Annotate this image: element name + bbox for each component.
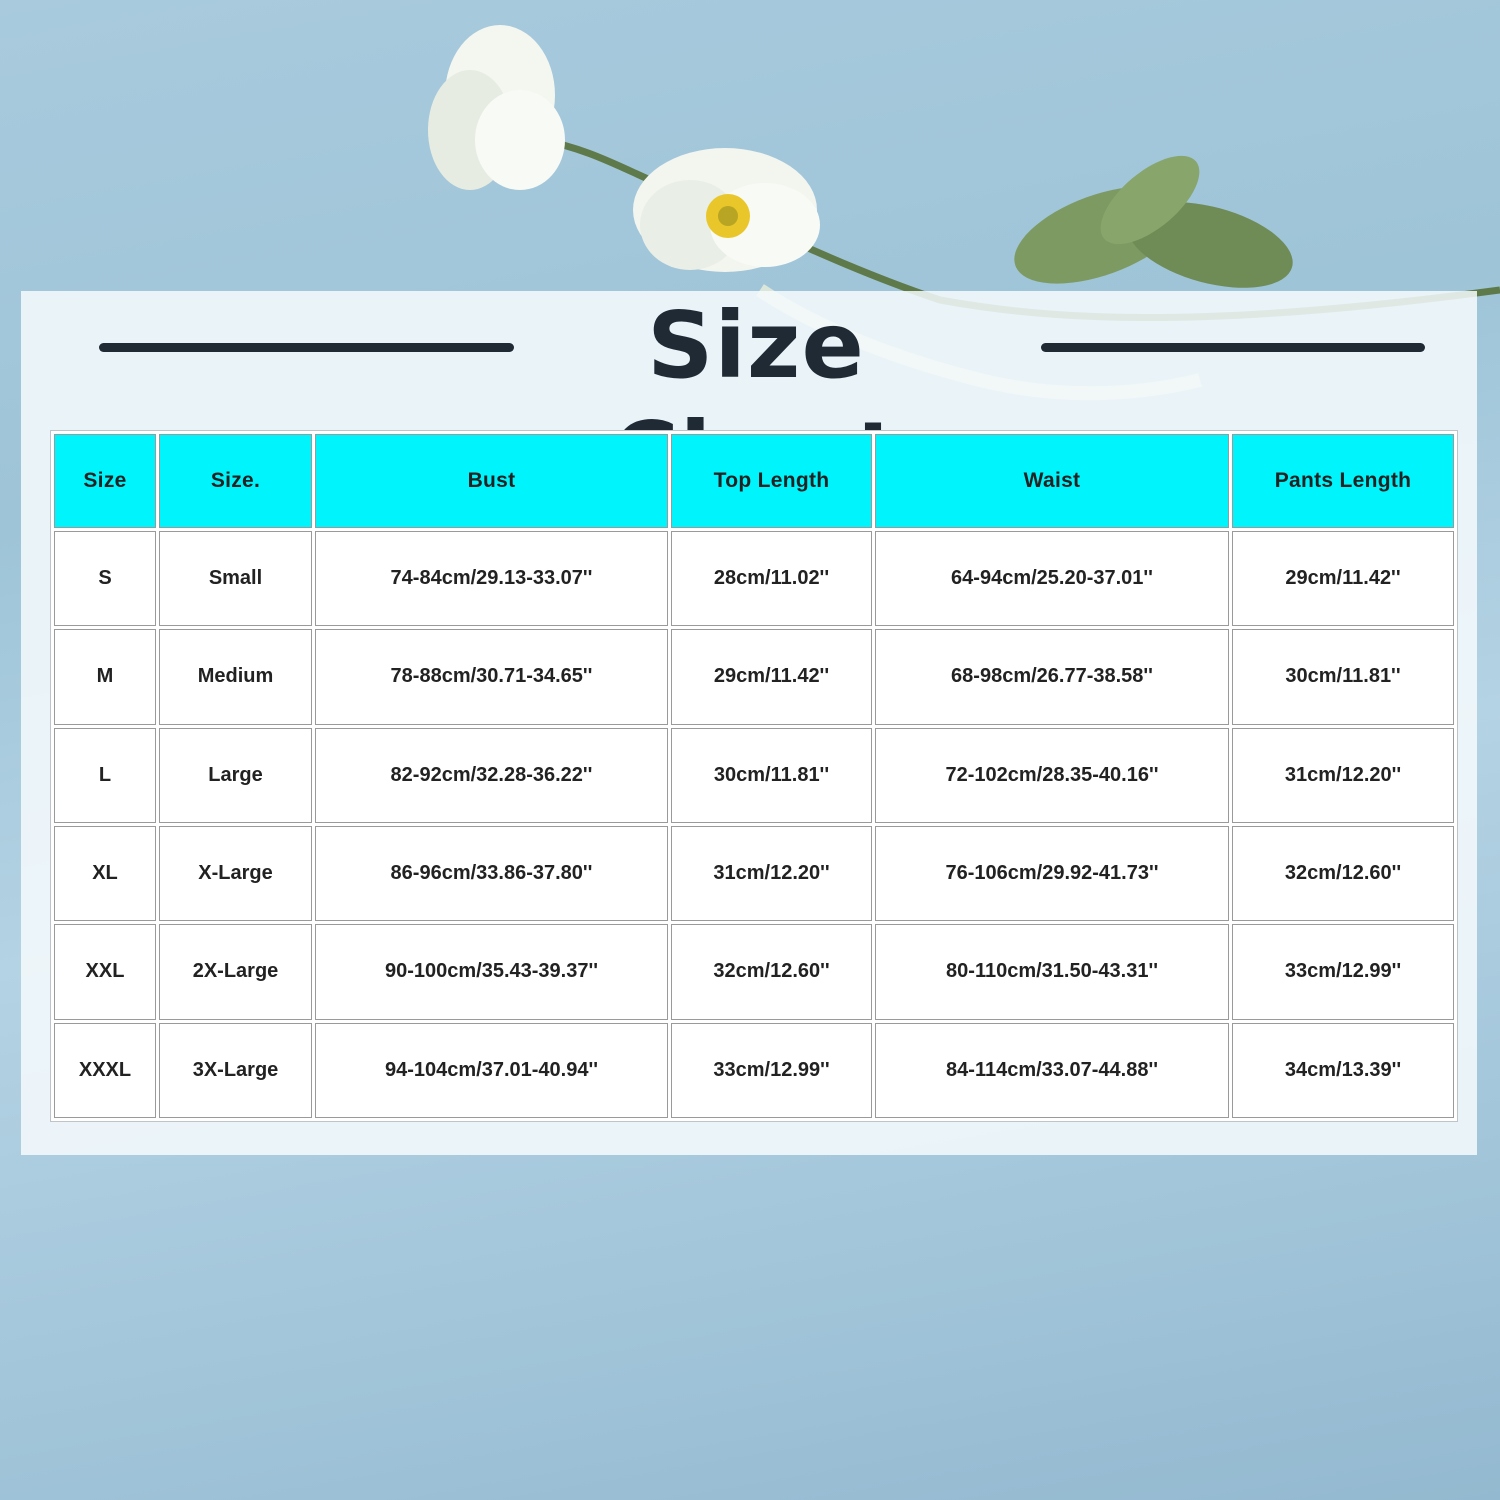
cell-size: XL <box>54 825 156 922</box>
cell-size: XXL <box>54 924 156 1020</box>
cell-size-name: X-Large <box>159 825 312 922</box>
cell-waist: 76-106cm/29.92-41.73'' <box>875 825 1229 922</box>
cell-bust: 82-92cm/32.28-36.22'' <box>315 727 668 823</box>
cell-pants-length: 30cm/11.81'' <box>1232 629 1454 725</box>
cell-size: M <box>54 629 156 725</box>
size-table: Size Size. Bust Top Length Waist Pants L… <box>50 430 1458 1122</box>
header-waist: Waist <box>875 434 1229 528</box>
cell-bust: 90-100cm/35.43-39.37'' <box>315 924 668 1020</box>
title-rule-right <box>1041 343 1425 352</box>
table-row: L Large 82-92cm/32.28-36.22'' 30cm/11.81… <box>54 727 1454 823</box>
cell-pants-length: 31cm/12.20'' <box>1232 727 1454 823</box>
cell-waist: 72-102cm/28.35-40.16'' <box>875 727 1229 823</box>
cell-size-name: 3X-Large <box>159 1022 312 1118</box>
cell-bust: 86-96cm/33.86-37.80'' <box>315 825 668 922</box>
table-row: XXL 2X-Large 90-100cm/35.43-39.37'' 32cm… <box>54 924 1454 1020</box>
white-poppy-flower-2 <box>633 148 820 272</box>
white-poppy-flower-1 <box>428 25 565 190</box>
header-top-length: Top Length <box>671 434 872 528</box>
cell-size-name: 2X-Large <box>159 924 312 1020</box>
cell-size: XXXL <box>54 1022 156 1118</box>
cell-waist: 84-114cm/33.07-44.88'' <box>875 1022 1229 1118</box>
cell-pants-length: 34cm/13.39'' <box>1232 1022 1454 1118</box>
cell-pants-length: 33cm/12.99'' <box>1232 924 1454 1020</box>
cell-waist: 64-94cm/25.20-37.01'' <box>875 531 1229 627</box>
table-row: M Medium 78-88cm/30.71-34.65'' 29cm/11.4… <box>54 629 1454 725</box>
cell-size-name: Large <box>159 727 312 823</box>
cell-bust: 78-88cm/30.71-34.65'' <box>315 629 668 725</box>
cell-size-name: Medium <box>159 629 312 725</box>
header-size: Size <box>54 434 156 528</box>
table-row: S Small 74-84cm/29.13-33.07'' 28cm/11.02… <box>54 531 1454 627</box>
cell-size: S <box>54 531 156 627</box>
cell-pants-length: 29cm/11.42'' <box>1232 531 1454 627</box>
table-header: Size Size. Bust Top Length Waist Pants L… <box>54 434 1454 528</box>
title-row: Size Chart <box>21 291 1477 509</box>
header-pants-length: Pants Length <box>1232 434 1454 528</box>
cell-top-length: 32cm/12.60'' <box>671 924 872 1020</box>
cell-top-length: 28cm/11.02'' <box>671 531 872 627</box>
cell-pants-length: 32cm/12.60'' <box>1232 825 1454 922</box>
cell-waist: 80-110cm/31.50-43.31'' <box>875 924 1229 1020</box>
cell-size-name: Small <box>159 531 312 627</box>
title-rule-left <box>99 343 514 352</box>
cell-top-length: 31cm/12.20'' <box>671 825 872 922</box>
header-size-name: Size. <box>159 434 312 528</box>
cell-top-length: 30cm/11.81'' <box>671 727 872 823</box>
table-header-row: Size Size. Bust Top Length Waist Pants L… <box>54 434 1454 528</box>
cell-bust: 94-104cm/37.01-40.94'' <box>315 1022 668 1118</box>
header-bust: Bust <box>315 434 668 528</box>
table-row: XL X-Large 86-96cm/33.86-37.80'' 31cm/12… <box>54 825 1454 922</box>
green-leaves <box>1014 155 1293 288</box>
cell-size: L <box>54 727 156 823</box>
cell-bust: 74-84cm/29.13-33.07'' <box>315 531 668 627</box>
cell-waist: 68-98cm/26.77-38.58'' <box>875 629 1229 725</box>
table-body: S Small 74-84cm/29.13-33.07'' 28cm/11.02… <box>54 531 1454 1118</box>
table-row: XXXL 3X-Large 94-104cm/37.01-40.94'' 33c… <box>54 1022 1454 1118</box>
cell-top-length: 29cm/11.42'' <box>671 629 872 725</box>
cell-top-length: 33cm/12.99'' <box>671 1022 872 1118</box>
size-chart-panel: Size Chart Size Size. Bust Top Length Wa… <box>21 291 1477 1155</box>
